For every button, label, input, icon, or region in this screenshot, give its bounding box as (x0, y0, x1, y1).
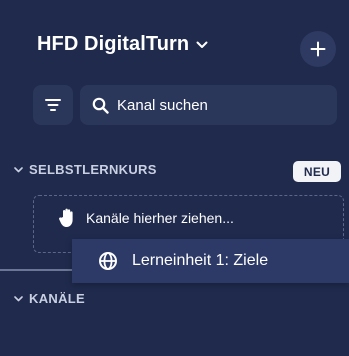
workspace-title: HFD DigitalTurn (37, 33, 190, 55)
search-icon (92, 97, 109, 114)
dropzone-hint: Kanäle hierher ziehen... (58, 208, 234, 228)
globe-icon (99, 252, 117, 270)
dropzone-text: Kanäle hierher ziehen... (86, 210, 234, 226)
chevron-down-icon (14, 295, 23, 301)
channel-search[interactable] (80, 85, 337, 125)
plus-icon (310, 41, 326, 57)
section-header-selbstlernkurs[interactable]: SELBSTLERNKURS (14, 162, 157, 177)
channel-sidebar: HFD DigitalTurn SELBSTLERNKURS NEU (0, 0, 349, 356)
filter-icon (45, 99, 61, 111)
chevron-down-icon (14, 166, 23, 172)
add-channel-button[interactable] (300, 31, 336, 67)
dragged-channel-label: Lerneinheit 1: Ziele (132, 252, 269, 269)
section-label: KANÄLE (29, 291, 85, 306)
section-header-kanaele[interactable]: KANÄLE (14, 291, 85, 306)
chevron-down-icon (195, 38, 209, 52)
filter-button[interactable] (33, 85, 73, 125)
search-input[interactable] (117, 96, 317, 114)
workspace-switcher[interactable]: HFD DigitalTurn (37, 33, 209, 56)
dragged-channel-item[interactable]: Lerneinheit 1: Ziele (72, 239, 349, 283)
new-badge: NEU (293, 161, 341, 182)
section-label: SELBSTLERNKURS (29, 162, 157, 177)
hand-icon (59, 208, 73, 227)
drop-indicator-line (0, 269, 74, 271)
